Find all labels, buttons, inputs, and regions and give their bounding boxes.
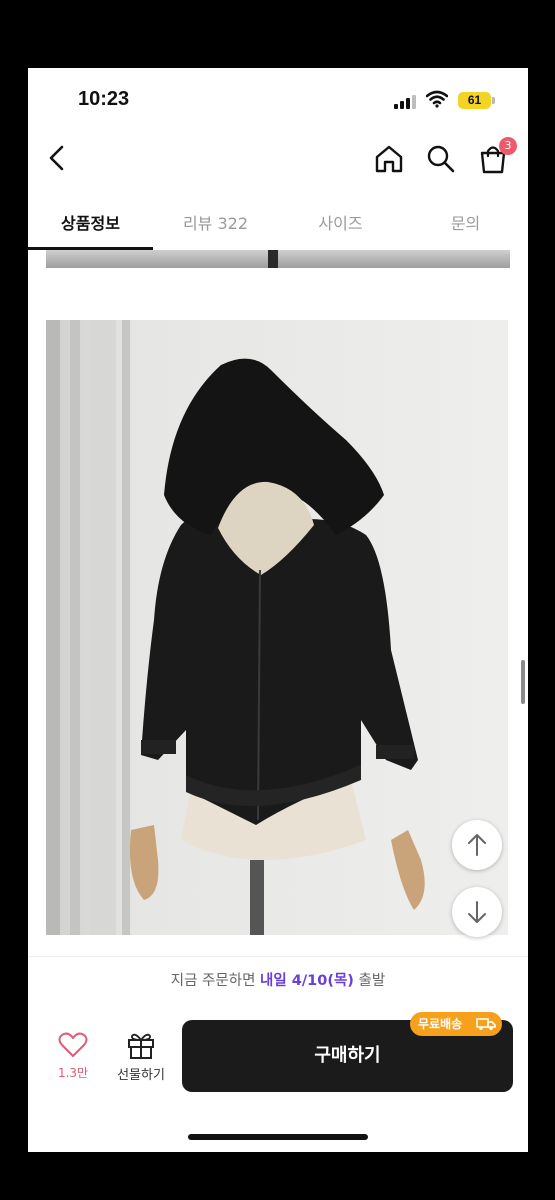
status-time: 10:23 — [78, 88, 130, 110]
search-icon[interactable] — [424, 142, 458, 176]
gift-label: 선물하기 — [117, 1068, 165, 1083]
phone-screen: 10:23 61 3 상품정보 리뷰 322 사이즈 문의 지금 주문하면 내일… — [28, 68, 528, 1152]
home-icon[interactable] — [372, 142, 406, 176]
app-header: 3 — [28, 132, 528, 188]
arrow-up-icon — [468, 834, 486, 856]
gift-button[interactable]: 선물하기 — [108, 1030, 174, 1090]
tab-inquiry[interactable]: 문의 — [403, 196, 528, 250]
battery-nub — [492, 97, 495, 104]
chevron-left-icon[interactable] — [42, 142, 74, 174]
shipping-notice-suffix: 출발 — [353, 973, 386, 989]
like-button[interactable]: 1.3만 — [50, 1030, 96, 1090]
shipping-notice: 지금 주문하면 내일 4/10(목) 출발 — [28, 956, 528, 1004]
battery-indicator: 61 — [458, 92, 491, 109]
home-indicator[interactable] — [188, 1134, 368, 1140]
product-image — [46, 320, 508, 935]
gift-icon — [128, 1033, 154, 1059]
shipping-notice-prefix: 지금 주문하면 — [170, 973, 261, 989]
cellular-signal-icon — [394, 95, 416, 109]
scroll-up-button[interactable] — [452, 820, 502, 870]
tab-product-info[interactable]: 상품정보 — [28, 196, 153, 250]
cart-count-badge: 3 — [499, 137, 517, 155]
free-shipping-badge: 무료배송 — [410, 1012, 502, 1036]
purchase-bar: 1.3만 선물하기 구매하기 무료배송 — [28, 1004, 528, 1094]
truck-icon — [476, 1018, 496, 1031]
arrow-down-icon — [468, 901, 486, 923]
scroll-down-button[interactable] — [452, 887, 502, 937]
heart-icon — [58, 1032, 88, 1057]
hoodie-photo-illustration — [46, 320, 508, 935]
wifi-icon — [426, 90, 448, 108]
tab-reviews[interactable]: 리뷰 322 — [153, 196, 278, 250]
tab-size[interactable]: 사이즈 — [278, 196, 403, 250]
like-count: 1.3만 — [57, 1066, 89, 1080]
product-tabs: 상품정보 리뷰 322 사이즈 문의 — [28, 196, 528, 250]
shipping-date: 내일 4/10(목) — [260, 973, 354, 989]
previous-product-image — [46, 250, 510, 268]
status-bar: 10:23 61 — [28, 68, 528, 132]
scroll-indicator[interactable] — [521, 660, 525, 704]
free-shipping-label: 무료배송 — [418, 1017, 463, 1031]
